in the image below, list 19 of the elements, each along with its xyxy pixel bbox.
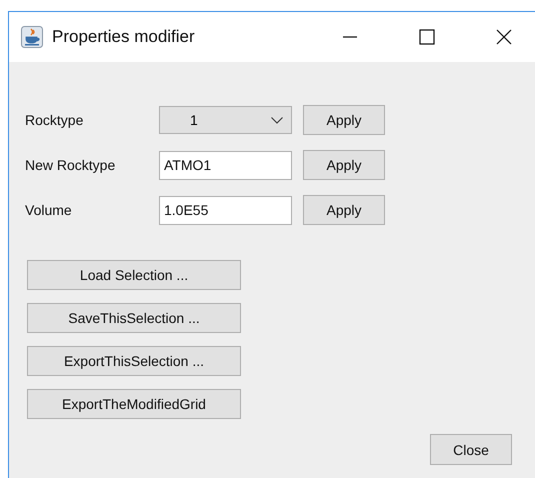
close-button[interactable]: Close [430,434,512,465]
chevron-down-icon [271,116,283,124]
apply-button[interactable]: Apply [303,195,385,225]
coffee-cup-icon [21,26,43,48]
action-button[interactable]: SaveThisSelection ... [27,303,241,333]
input-field[interactable]: 1.0E55 [159,196,292,224]
apply-button[interactable]: Apply [303,150,385,180]
rocktype-dropdown[interactable]: 1 [159,106,292,134]
field-label: Rocktype [25,112,84,128]
action-button[interactable]: Load Selection ... [27,260,241,290]
close-icon[interactable] [496,29,512,45]
field-label: New Rocktype [25,157,116,173]
apply-button[interactable]: Apply [303,105,385,135]
action-button[interactable]: ExportTheModifiedGrid [27,389,241,419]
field-label: Volume [25,202,73,218]
maximize-icon[interactable] [419,29,435,45]
input-field[interactable]: ATMO1 [159,150,292,180]
window-title: Properties modifier [52,27,195,47]
action-button[interactable]: ExportThisSelection ... [27,346,241,376]
